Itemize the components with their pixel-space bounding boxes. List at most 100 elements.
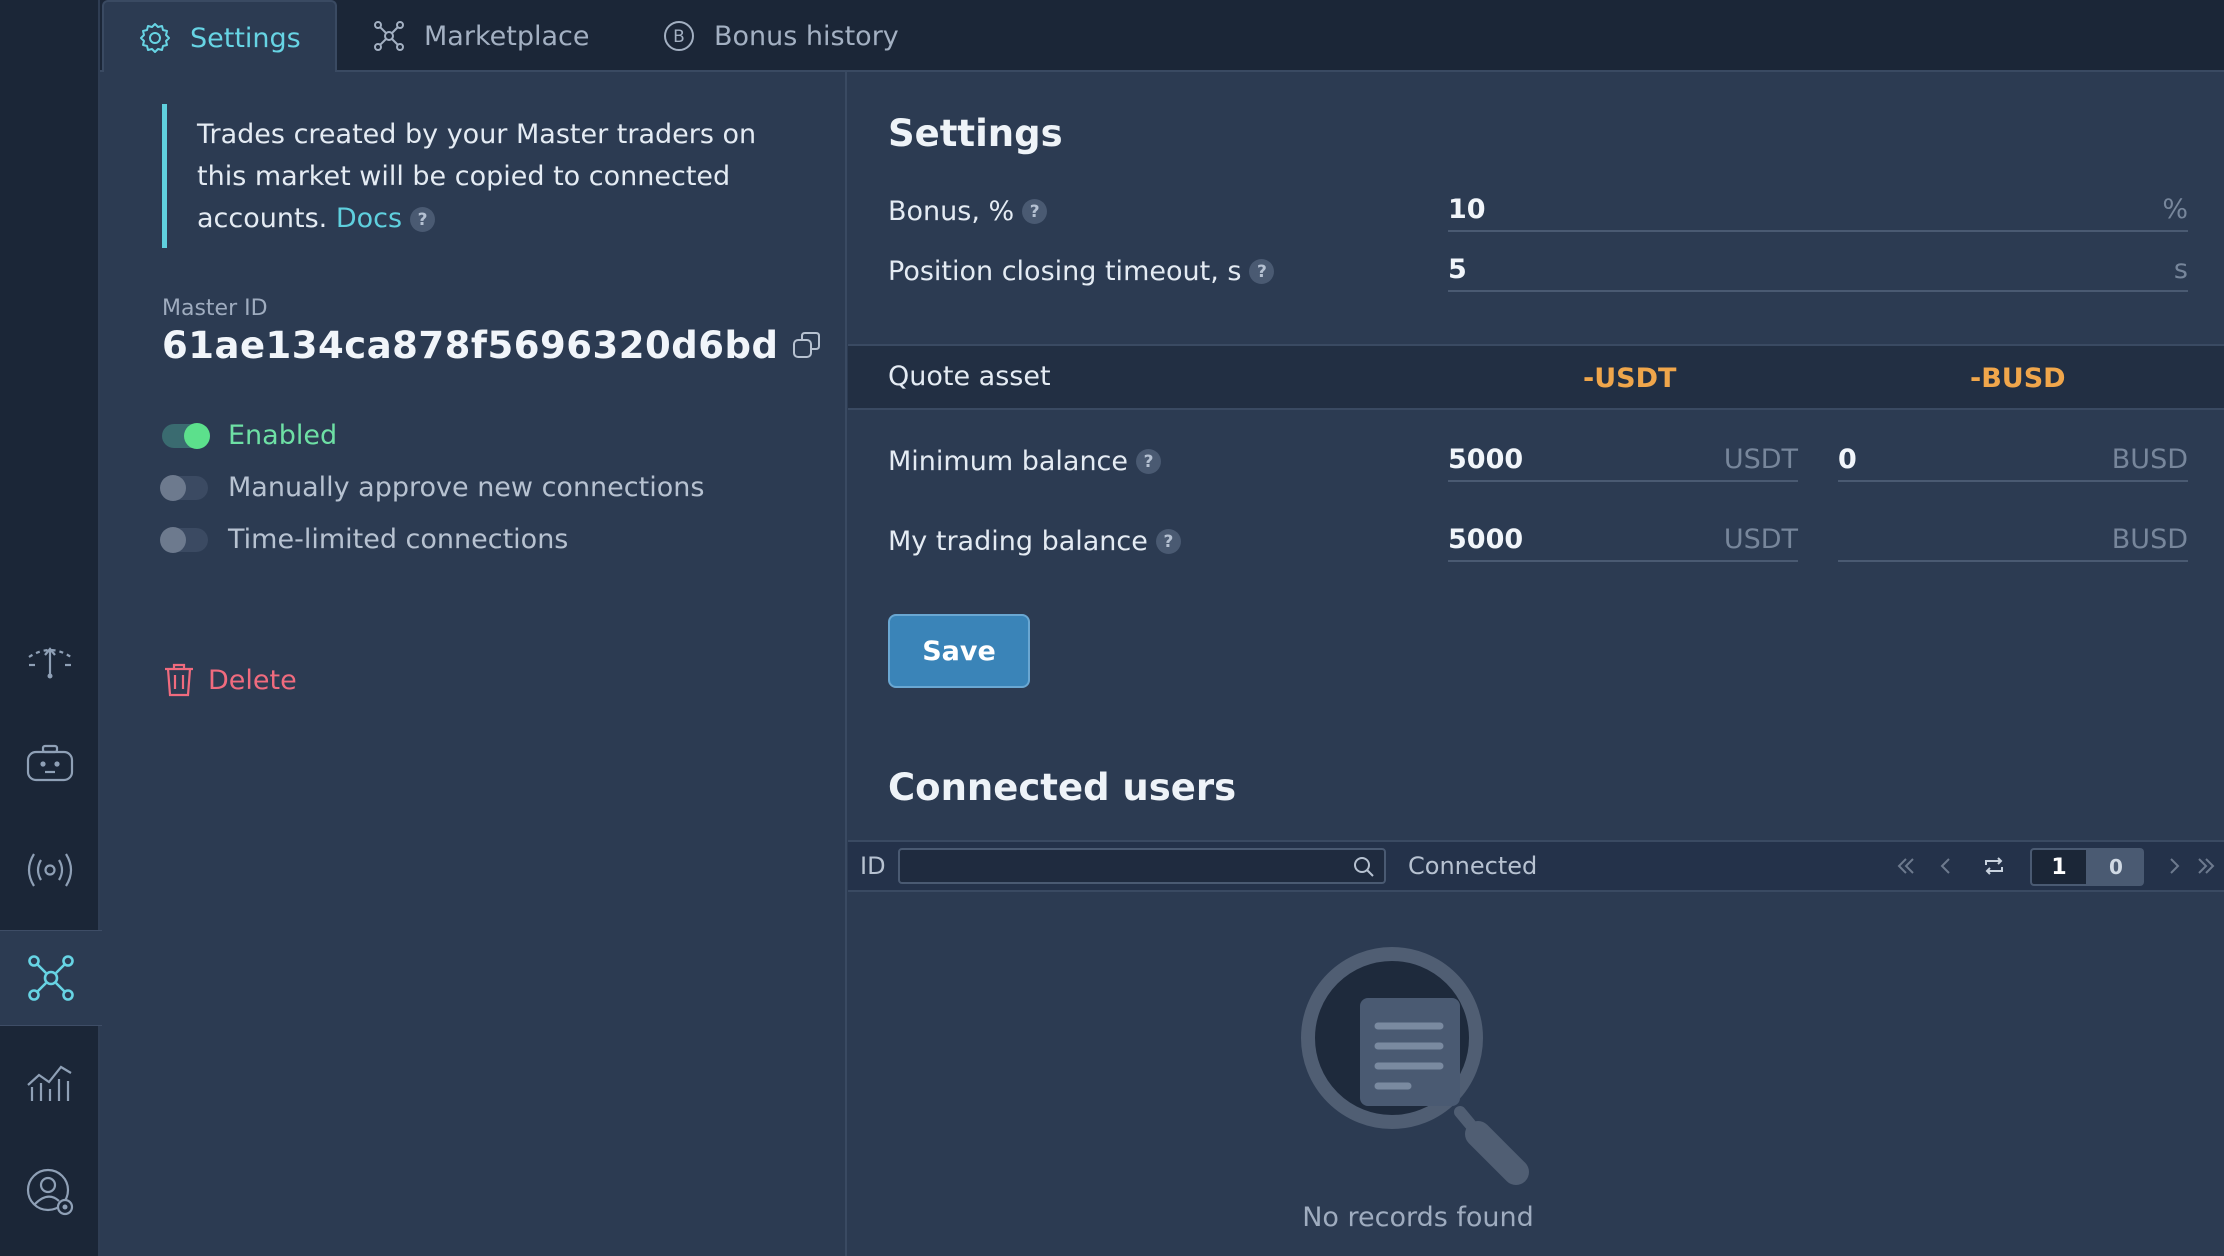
search-icon[interactable]	[1352, 855, 1376, 879]
tab-bonus-history[interactable]: B Bonus history	[662, 0, 899, 72]
timeout-label-row: Position closing timeout, s ?	[888, 256, 1275, 287]
connected-users-title: Connected users	[888, 766, 1237, 809]
time-limited-toggle-row[interactable]: Time-limited connections	[160, 524, 569, 555]
left-nav-rail	[0, 0, 102, 1256]
min-balance-busd-field[interactable]: 0 BUSD	[1838, 438, 2188, 482]
tab-marketplace-label: Marketplace	[424, 20, 590, 52]
min-balance-label-row: Minimum balance ?	[888, 446, 1162, 477]
network-icon	[374, 21, 404, 51]
min-balance-usdt-value: 5000	[1448, 443, 1524, 475]
bonus-label: Bonus, %	[888, 196, 1015, 227]
my-balance-usdt-field[interactable]: 5000 USDT	[1448, 518, 1798, 562]
bitcoin-icon: B	[664, 21, 694, 51]
svg-text:B: B	[673, 27, 685, 47]
delete-button[interactable]: Delete	[162, 662, 297, 698]
refresh-button[interactable]	[1980, 852, 2008, 880]
manual-approve-toggle[interactable]	[160, 474, 208, 501]
current-page[interactable]: 1	[2030, 848, 2088, 886]
my-balance-busd-field[interactable]: BUSD	[1838, 518, 2188, 562]
no-records-text: No records found	[1302, 1202, 1534, 1233]
magnifier-document-icon	[1301, 947, 1529, 1185]
double-chevron-right-icon	[2198, 858, 2215, 874]
signals-nav-button[interactable]	[0, 822, 100, 918]
trash-icon	[165, 663, 193, 697]
min-balance-usdt-field[interactable]: 5000 USDT	[1448, 438, 1798, 482]
prev-page-button[interactable]	[1932, 852, 1960, 880]
settings-panel: Settings Bonus, % ? 10 % Position closin…	[848, 72, 2224, 1256]
tab-marketplace[interactable]: Marketplace	[372, 0, 589, 72]
chevron-right-icon	[2170, 858, 2180, 874]
connected-users-toolbar: ID Connected 1 0	[848, 840, 2224, 892]
master-id-label: Master ID	[162, 296, 268, 321]
bot-icon	[26, 744, 74, 782]
info-text: Trades created by your Master traders on…	[197, 119, 757, 234]
timeout-field[interactable]: 5 s	[1448, 248, 2188, 292]
my-balance-label-row: My trading balance ?	[888, 526, 1181, 557]
tab-settings-label: Settings	[190, 22, 301, 54]
connected-column-header[interactable]: Connected	[1408, 842, 1537, 890]
my-balance-usdt-value: 5000	[1448, 523, 1524, 555]
account-nav-button[interactable]	[0, 1144, 100, 1240]
next-page-button[interactable]	[2160, 852, 2188, 880]
signal-icon	[27, 853, 73, 887]
terminal-nav-button[interactable]	[0, 614, 100, 710]
delete-label: Delete	[208, 664, 297, 696]
enabled-label: Enabled	[228, 420, 338, 451]
bonus-field[interactable]: 10 %	[1448, 188, 2188, 232]
double-chevron-left-icon	[1897, 858, 1914, 874]
timeout-value: 5	[1448, 253, 1467, 285]
bots-nav-button[interactable]	[0, 718, 100, 814]
busd-unit: BUSD	[2111, 443, 2188, 475]
help-icon[interactable]: ?	[1136, 449, 1162, 474]
last-page-button[interactable]	[2192, 852, 2220, 880]
tab-bar: Settings Marketplace B Bonus history	[100, 0, 2224, 74]
help-icon[interactable]: ?	[1022, 199, 1048, 224]
empty-state: No records found	[1248, 946, 1588, 1233]
tab-bonus-history-label: Bonus history	[714, 20, 899, 52]
analytics-nav-button[interactable]	[0, 1034, 100, 1130]
master-id-row: 61ae134ca878f5696320d6bd	[162, 324, 824, 367]
master-panel: Trades created by your Master traders on…	[102, 72, 847, 1256]
help-icon[interactable]: ?	[410, 207, 436, 232]
bonus-unit: %	[2162, 193, 2188, 225]
my-balance-label: My trading balance	[888, 526, 1148, 557]
min-balance-busd-value: 0	[1838, 443, 1857, 475]
docs-link[interactable]: Docs	[336, 203, 402, 234]
quote-asset-label: Quote asset	[888, 361, 1051, 392]
account-settings-icon	[26, 1168, 74, 1216]
terminal-icon	[28, 647, 72, 679]
total-pages: 0	[2088, 848, 2144, 886]
time-limited-toggle[interactable]	[160, 526, 208, 553]
gear-icon	[140, 23, 170, 53]
enabled-toggle[interactable]	[162, 422, 210, 449]
chevron-left-icon	[1940, 858, 1950, 874]
id-search-input[interactable]	[900, 850, 1384, 882]
usdt-unit: USDT	[1723, 443, 1798, 475]
copytrading-nav-button[interactable]	[0, 930, 102, 1026]
copytrading-icon	[28, 955, 74, 1001]
help-icon[interactable]: ?	[1155, 529, 1181, 554]
first-page-button[interactable]	[1892, 852, 1920, 880]
quote-asset-busd: -BUSD	[1970, 363, 2066, 394]
manual-approve-toggle-row[interactable]: Manually approve new connections	[160, 472, 705, 503]
manual-approve-label: Manually approve new connections	[228, 472, 705, 503]
usdt-unit: USDT	[1723, 523, 1798, 555]
info-callout: Trades created by your Master traders on…	[162, 104, 772, 248]
min-balance-label: Minimum balance	[888, 446, 1129, 477]
busd-unit: BUSD	[2111, 523, 2188, 555]
master-id-value: 61ae134ca878f5696320d6bd	[162, 324, 779, 367]
timeout-unit: s	[2173, 253, 2188, 285]
bonus-label-row: Bonus, % ?	[888, 196, 1048, 227]
analytics-icon	[27, 1065, 72, 1101]
quote-asset-header: Quote asset -USDT -BUSD	[848, 344, 2224, 410]
timeout-label: Position closing timeout, s	[888, 256, 1242, 287]
tab-settings[interactable]: Settings	[102, 0, 337, 74]
help-icon[interactable]: ?	[1249, 259, 1275, 284]
id-column-header: ID	[860, 852, 886, 880]
id-search-box	[898, 848, 1386, 884]
enabled-toggle-row[interactable]: Enabled	[162, 420, 337, 451]
copy-icon[interactable]	[790, 329, 824, 363]
time-limited-label: Time-limited connections	[228, 524, 569, 555]
bonus-value: 10	[1448, 193, 1486, 225]
save-button[interactable]: Save	[888, 614, 1030, 688]
